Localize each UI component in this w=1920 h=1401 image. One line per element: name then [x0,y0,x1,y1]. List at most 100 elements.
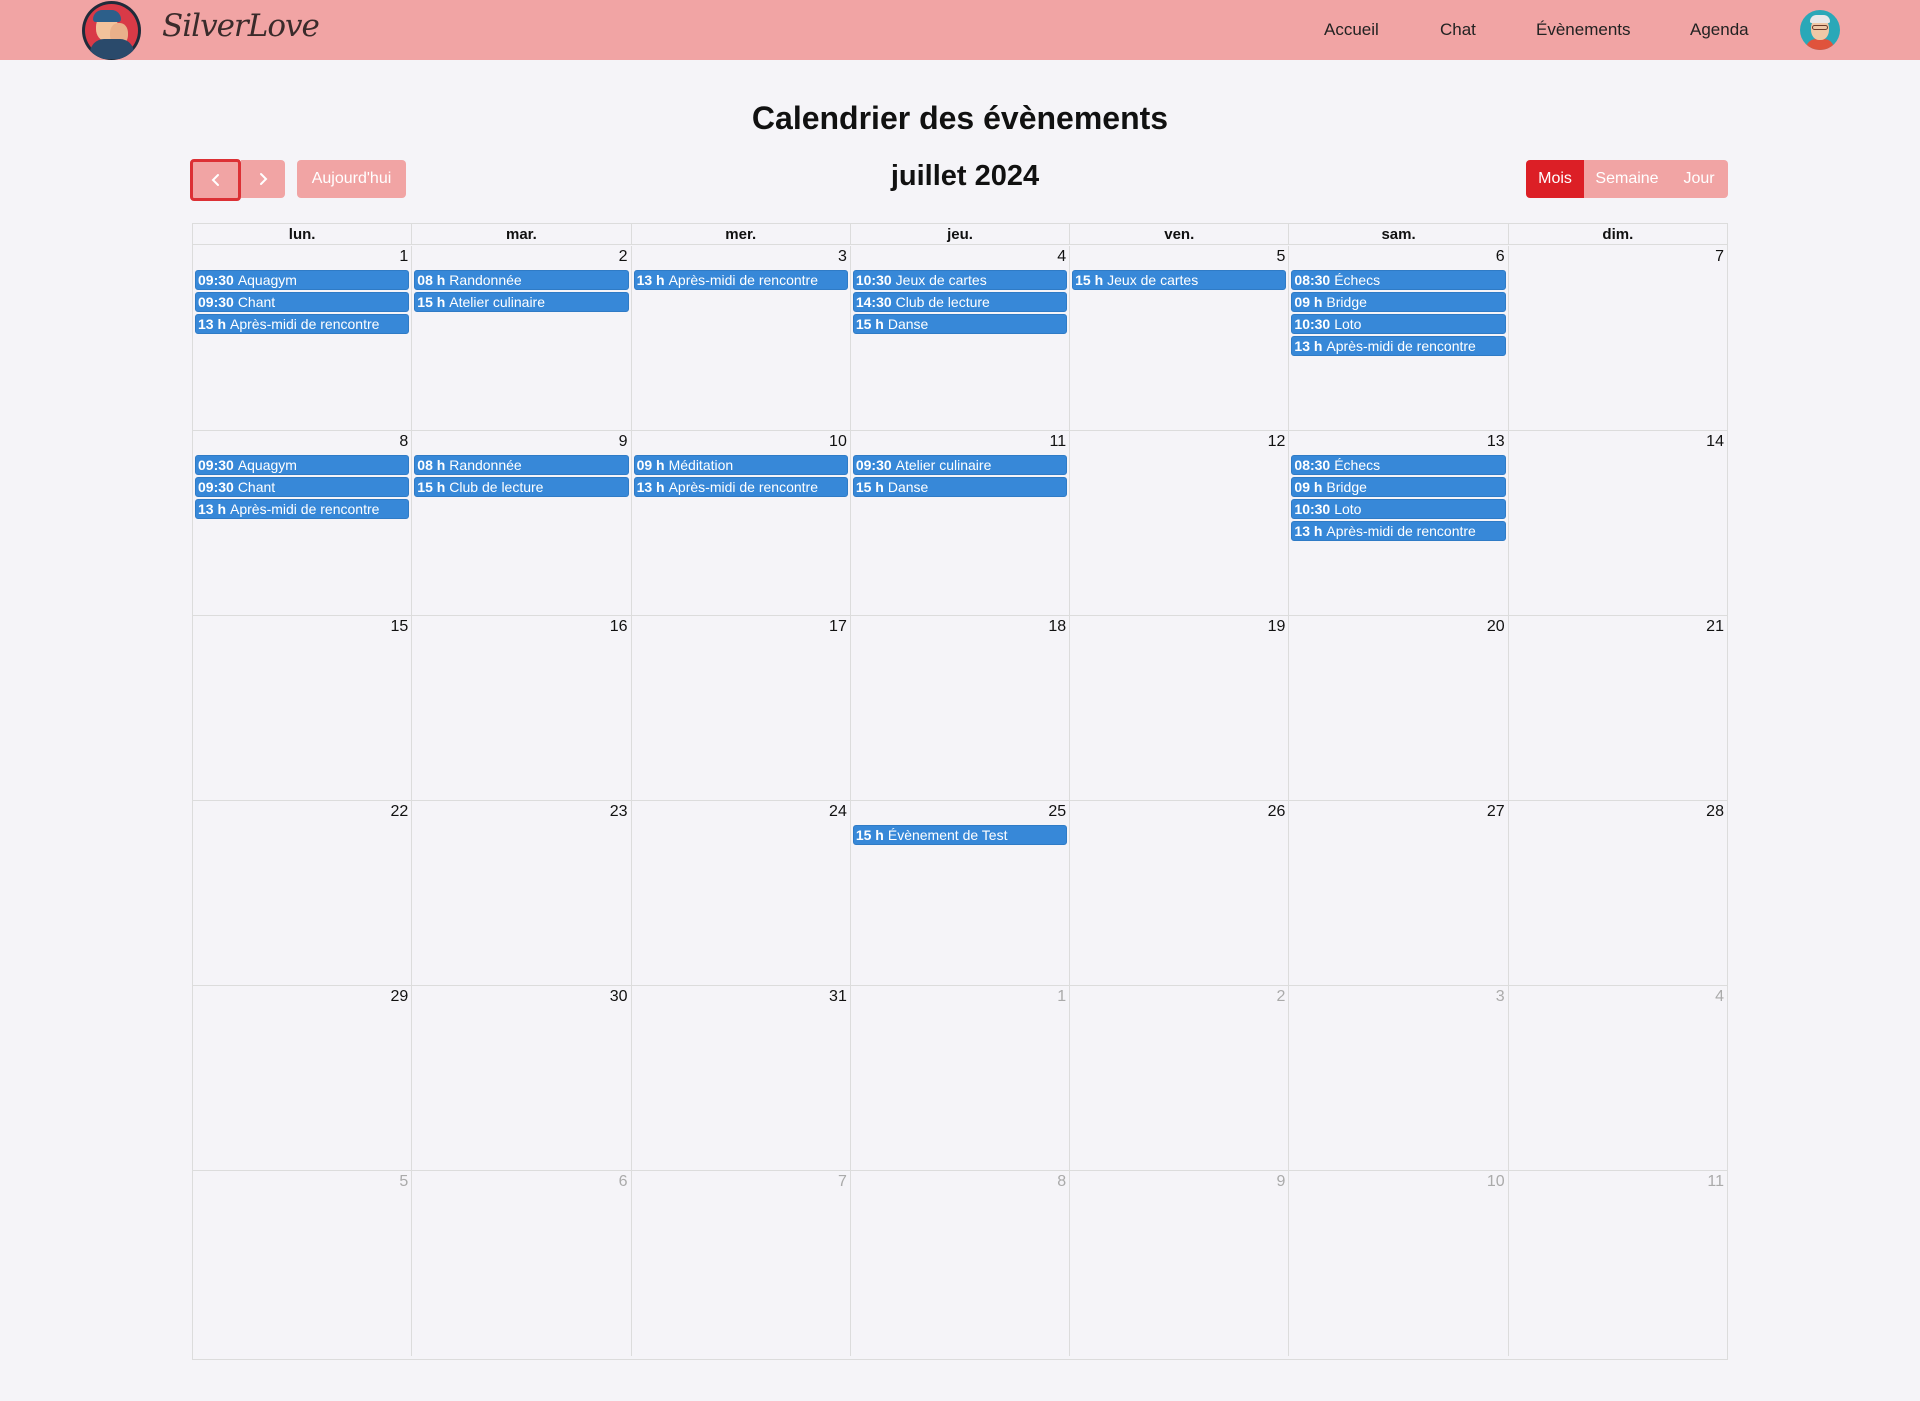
day-cell[interactable]: 29 [193,986,413,1170]
day-number[interactable]: 7 [838,1173,847,1191]
day-number[interactable]: 8 [1057,1173,1066,1191]
day-cell[interactable]: 24 [632,801,851,985]
event-item[interactable]: 13 h Après-midi de rencontre [633,270,848,290]
day-cell[interactable]: 23 [412,801,632,985]
event-item[interactable]: 10:30 Loto [1291,499,1506,519]
day-cell[interactable]: 11 [1509,1171,1727,1356]
day-number[interactable]: 31 [829,988,847,1006]
event-item[interactable]: 10:30 Jeux de cartes [852,270,1068,290]
view-month-button[interactable]: Mois [1526,160,1584,198]
day-cell[interactable]: 14 [1509,431,1727,615]
event-item[interactable]: 13 h Après-midi de rencontre [195,314,410,334]
nav-link-chat[interactable]: Chat [1440,20,1476,40]
day-number[interactable]: 28 [1706,803,1724,821]
day-cell[interactable]: 27 [1289,801,1509,985]
day-cell[interactable]: 28 [1509,801,1727,985]
logo-icon[interactable] [82,1,141,60]
day-number[interactable]: 10 [1487,1173,1505,1191]
event-item[interactable]: 15 h Club de lecture [414,477,629,497]
day-number[interactable]: 26 [1268,803,1286,821]
event-item[interactable]: 15 h Danse [852,314,1068,334]
day-number[interactable]: 18 [1048,618,1066,636]
day-number[interactable]: 4 [1057,248,1066,266]
day-number[interactable]: 30 [610,988,628,1006]
day-number[interactable]: 5 [399,1173,408,1191]
day-cell[interactable]: 12 [1070,431,1290,615]
day-number[interactable]: 2 [1277,988,1286,1006]
day-number[interactable]: 12 [1268,433,1286,451]
nav-link-accueil[interactable]: Accueil [1324,20,1379,40]
day-cell[interactable]: 8 09:30 Aquagym 09:30 Chant 13 h Après-midi de… [193,431,413,615]
day-number[interactable]: 21 [1706,618,1724,636]
day-cell[interactable]: 9 [1070,1171,1290,1356]
day-number[interactable]: 17 [829,618,847,636]
event-item[interactable]: 09:30 Aquagym [195,270,410,290]
event-item[interactable]: 09:30 Atelier culinaire [852,455,1068,475]
day-number[interactable]: 29 [390,988,408,1006]
day-cell[interactable]: 26 [1070,801,1290,985]
day-cell[interactable]: 25 15 h Évènement de Test [851,801,1071,985]
day-number[interactable]: 22 [390,803,408,821]
day-number[interactable]: 1 [1057,988,1066,1006]
day-cell[interactable]: 18 [851,616,1071,800]
day-number[interactable]: 7 [1715,248,1724,266]
day-cell[interactable]: 8 [851,1171,1071,1356]
day-cell[interactable]: 15 [193,616,413,800]
day-number[interactable]: 20 [1487,618,1505,636]
event-item[interactable]: 08 h Randonnée [414,455,629,475]
day-cell[interactable]: 11 09:30 Atelier culinaire 15 h Danse [851,431,1071,615]
day-cell[interactable]: 5 [193,1171,413,1356]
event-item[interactable]: 08 h Randonnée [414,270,629,290]
day-number[interactable]: 25 [1048,803,1066,821]
event-item[interactable]: 13 h Après-midi de rencontre [1291,521,1506,541]
day-number[interactable]: 6 [1496,248,1505,266]
day-cell[interactable]: 2 08 h Randonnée 15 h Atelier culinaire [412,246,632,430]
prev-month-button[interactable] [190,159,241,201]
user-avatar[interactable] [1800,10,1840,50]
nav-link-agenda[interactable]: Agenda [1690,20,1749,40]
day-cell[interactable]: 17 [632,616,851,800]
event-item[interactable]: 15 h Atelier culinaire [414,292,629,312]
day-cell[interactable]: 30 [412,986,632,1170]
day-cell[interactable]: 9 08 h Randonnée 15 h Club de lecture [412,431,632,615]
event-item[interactable]: 09:30 Aquagym [195,455,410,475]
event-item[interactable]: 09 h Bridge [1291,292,1506,312]
day-cell[interactable]: 31 [632,986,851,1170]
day-cell[interactable]: 21 [1509,616,1727,800]
day-number[interactable]: 14 [1706,433,1724,451]
day-number[interactable]: 3 [1496,988,1505,1006]
event-item[interactable]: 09 h Méditation [633,455,848,475]
day-number[interactable]: 6 [619,1173,628,1191]
day-cell[interactable]: 22 [193,801,413,985]
day-number[interactable]: 24 [829,803,847,821]
day-number[interactable]: 9 [619,433,628,451]
nav-link-evenements[interactable]: Évènements [1536,20,1631,40]
day-cell[interactable]: 1 [851,986,1071,1170]
event-item[interactable]: 08:30 Échecs [1291,270,1506,290]
day-number[interactable]: 4 [1715,988,1724,1006]
day-cell[interactable]: 5 15 h Jeux de cartes [1070,246,1290,430]
event-item[interactable]: 13 h Après-midi de rencontre [633,477,848,497]
event-item[interactable]: 15 h Jeux de cartes [1072,270,1287,290]
day-cell[interactable]: 10 09 h Méditation 13 h Après-midi de rencon… [632,431,851,615]
day-number[interactable]: 5 [1277,248,1286,266]
day-number[interactable]: 27 [1487,803,1505,821]
day-number[interactable]: 9 [1277,1173,1286,1191]
brand-name[interactable]: SilverLove [162,8,320,44]
view-week-button[interactable]: Semaine [1584,160,1670,198]
day-cell[interactable]: 7 [1509,246,1727,430]
day-number[interactable]: 11 [1050,433,1067,451]
view-day-button[interactable]: Jour [1670,160,1728,198]
day-number[interactable]: 8 [399,433,408,451]
day-cell[interactable]: 3 13 h Après-midi de rencontre [632,246,851,430]
event-item[interactable]: 08:30 Échecs [1291,455,1506,475]
event-item[interactable]: 13 h Après-midi de rencontre [195,499,410,519]
day-number[interactable]: 23 [610,803,628,821]
event-item[interactable]: 15 h Danse [852,477,1068,497]
day-cell[interactable]: 16 [412,616,632,800]
next-month-button[interactable] [241,160,285,198]
event-item[interactable]: 09:30 Chant [195,292,410,312]
day-number[interactable]: 11 [1707,1173,1724,1191]
event-item[interactable]: 10:30 Loto [1291,314,1506,334]
day-number[interactable]: 19 [1268,618,1286,636]
